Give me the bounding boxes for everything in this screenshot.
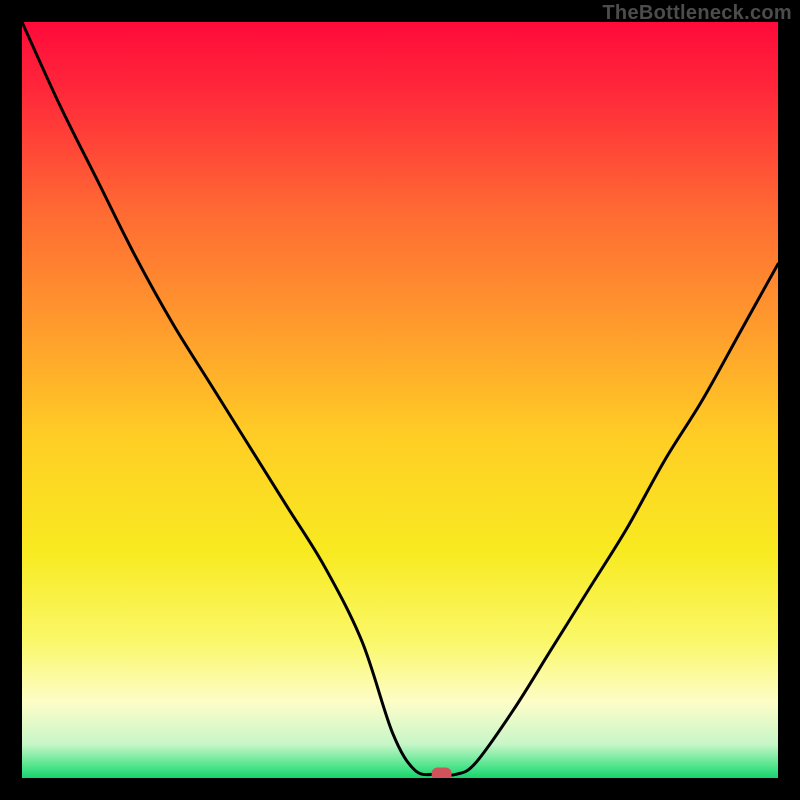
chart-frame: [22, 22, 778, 778]
chart-background-gradient: [22, 22, 778, 778]
optimal-point-marker: [432, 767, 452, 778]
bottleneck-chart: [22, 22, 778, 778]
